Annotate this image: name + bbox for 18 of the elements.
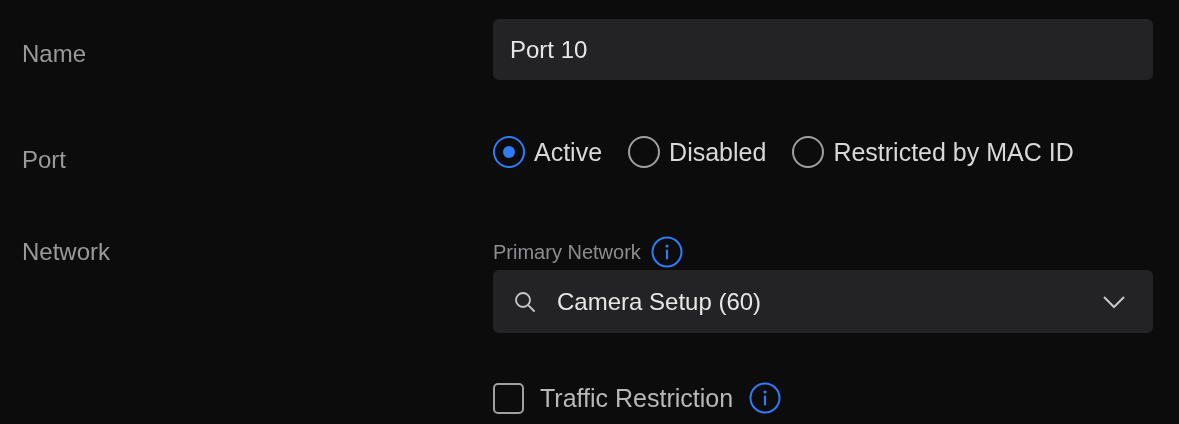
- checkbox-label[interactable]: Traffic Restriction: [540, 383, 734, 413]
- radio-button[interactable]: [493, 136, 525, 168]
- chevron-down-icon: [1102, 294, 1126, 309]
- radio-label[interactable]: Active: [534, 137, 603, 167]
- radio-button[interactable]: [792, 136, 825, 168]
- radio-button[interactable]: [628, 136, 661, 168]
- field-label: Name: [21, 38, 88, 68]
- checkbox[interactable]: [493, 382, 524, 414]
- radio-label[interactable]: Restricted by MAC ID: [833, 137, 1074, 167]
- name-field[interactable]: Port 10: [493, 19, 1153, 80]
- field-label: Primary Network: [493, 240, 641, 264]
- network-dropdown[interactable]: Camera Setup (60): [493, 270, 1153, 333]
- field-label: Network: [21, 238, 112, 267]
- info-icon[interactable]: [749, 382, 782, 414]
- search-icon: [513, 289, 537, 314]
- info-icon[interactable]: [650, 236, 683, 268]
- radio-label[interactable]: Disabled: [669, 137, 767, 167]
- field-label: Port: [21, 145, 67, 174]
